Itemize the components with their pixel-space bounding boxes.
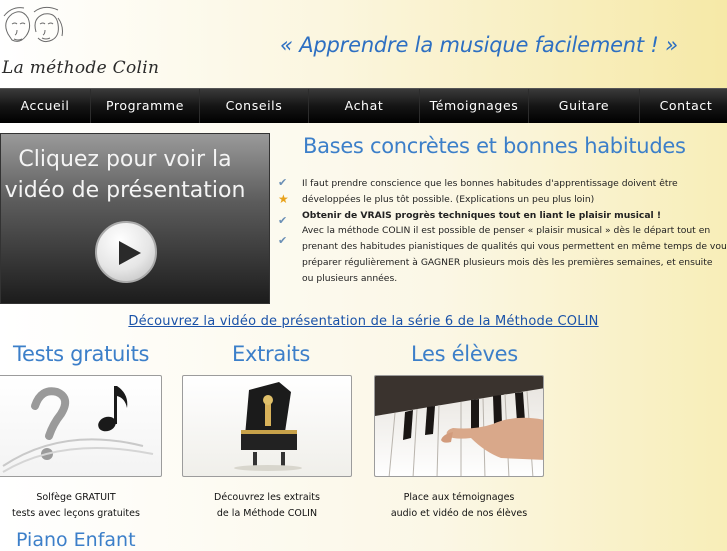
intro-title: Bases concrètes et bonnes habitudes (303, 134, 686, 158)
caption-line: de la Méthode COLIN (216, 508, 318, 519)
play-icon (119, 241, 141, 265)
presentation-video[interactable]: Cliquez pour voir la vidéo de présentati… (0, 133, 270, 304)
video-title-line2: vidéo de présentation (4, 178, 246, 203)
caption-line: Solfège GRATUIT (36, 492, 116, 503)
caption-tests: Solfège GRATUIT tests avec leçons gratui… (0, 490, 171, 522)
caption-line: Découvrez les extraits (214, 492, 320, 503)
section-title-tests[interactable]: Tests gratuits (13, 342, 149, 366)
play-button[interactable] (95, 221, 157, 283)
video-series-link[interactable]: Découvrez la vidéo de présentation de la… (0, 314, 727, 329)
intro-line: préparer régulièrement à GAGNER plusieur… (302, 256, 713, 268)
music-note-icon (98, 386, 128, 432)
nav-item-guitare[interactable]: Guitare (529, 89, 640, 123)
intro-line: développées le plus tôt possible. (Expli… (302, 193, 595, 205)
intro-line: ou plusieurs années. (302, 272, 398, 284)
checkmark-icon: ✔ (278, 214, 288, 227)
caption-line: Place aux témoignages (403, 492, 515, 503)
section-title-eleves[interactable]: Les élèves (411, 342, 518, 366)
main-nav: Accueil Programme Conseils Achat Témoign… (0, 88, 727, 123)
caption-extraits: Découvrez les extraits de la Méthode COL… (172, 490, 362, 522)
card-eleves[interactable] (374, 375, 544, 477)
nav-item-programme[interactable]: Programme (91, 89, 200, 123)
piano-keys-hand-icon (375, 376, 543, 476)
star-icon: ★ (278, 192, 289, 206)
nav-item-contact[interactable]: Contact (640, 89, 727, 123)
caption-line: tests avec leçons gratuites (12, 508, 140, 519)
site-header: La méthode Colin « Apprendre la musique … (0, 0, 727, 88)
intro-text: Il faut prendre conscience que les bonne… (302, 176, 727, 287)
logo-text[interactable]: La méthode Colin (2, 58, 159, 78)
caption-line: audio et vidéo de nos élèves (390, 508, 528, 519)
site-slogan: « Apprendre la musique facilement ! » (280, 33, 678, 57)
card-extraits[interactable] (182, 375, 352, 477)
nav-item-temoignages[interactable]: Témoignages (420, 89, 529, 123)
card-tests-gratuits[interactable] (0, 375, 162, 477)
nav-item-conseils[interactable]: Conseils (200, 89, 309, 123)
intro-line: Il faut prendre conscience que les bonne… (302, 178, 678, 189)
video-title: Cliquez pour voir la vidéo de présentati… (1, 144, 249, 206)
logo-faces-illustration[interactable] (0, 4, 70, 60)
checkmark-icon: ✔ (278, 176, 288, 189)
caption-eleves: Place aux témoignages audio et vidéo de … (364, 490, 554, 522)
intro-line: Avec la méthode COLIN il est possible de… (302, 225, 711, 237)
question-mark-icon (2, 386, 154, 473)
video-title-line1: Cliquez pour voir la (18, 147, 232, 172)
section-title-extraits[interactable]: Extraits (232, 342, 310, 366)
intro-line-bold: Obtenir de VRAIS progrès techniques tout… (302, 209, 662, 221)
section-title-piano-enfant[interactable]: Piano Enfant (16, 529, 136, 551)
music-box-piano-icon (234, 382, 302, 471)
nav-item-achat[interactable]: Achat (309, 89, 420, 123)
checkmark-icon: ✔ (278, 234, 288, 247)
nav-item-accueil[interactable]: Accueil (0, 89, 91, 123)
intro-line: prenant des habitudes pianistiques de qu… (302, 241, 727, 253)
